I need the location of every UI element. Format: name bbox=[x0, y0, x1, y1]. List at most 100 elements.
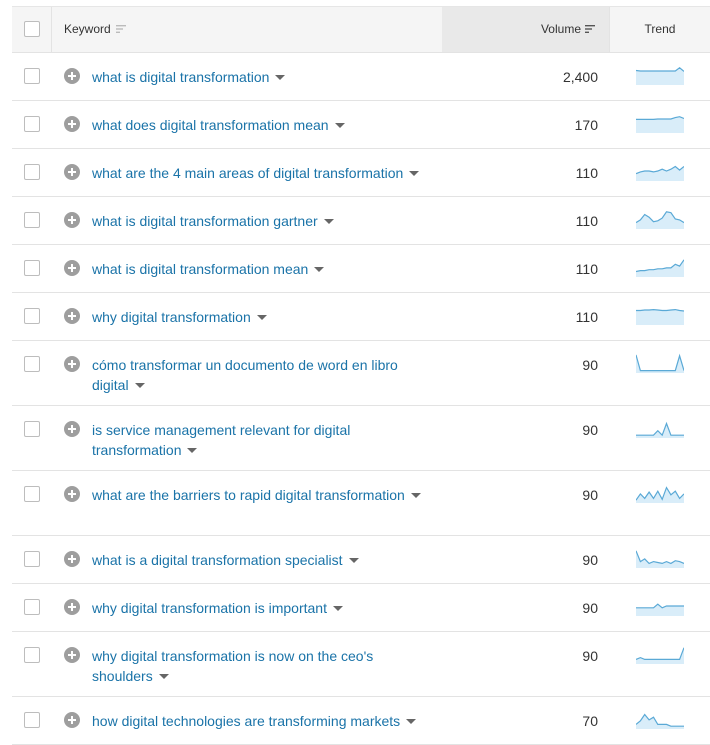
row-select-cell bbox=[12, 632, 52, 696]
row-checkbox[interactable] bbox=[24, 551, 40, 567]
volume-value: 90 bbox=[582, 422, 598, 438]
add-keyword-icon[interactable] bbox=[64, 551, 80, 567]
keyword-link[interactable]: why digital transformation is now on the… bbox=[92, 646, 432, 686]
row-checkbox[interactable] bbox=[24, 599, 40, 615]
keyword-text[interactable]: what is digital transformation mean bbox=[92, 261, 308, 277]
caret-down-icon[interactable] bbox=[348, 558, 359, 563]
add-keyword-icon[interactable] bbox=[64, 599, 80, 615]
table-body: what is digital transformation 2,400 what … bbox=[12, 53, 710, 745]
caret-down-icon[interactable] bbox=[334, 123, 345, 128]
volume-cell: 170 bbox=[442, 101, 610, 148]
caret-down-icon[interactable] bbox=[409, 171, 420, 176]
caret-down-icon[interactable] bbox=[323, 219, 334, 224]
row-select-cell bbox=[12, 149, 52, 196]
keyword-cell: cómo transformar un documento de word en… bbox=[52, 341, 442, 405]
trend-cell bbox=[610, 584, 710, 631]
add-keyword-icon[interactable] bbox=[64, 647, 80, 663]
row-select-cell bbox=[12, 245, 52, 292]
row-checkbox[interactable] bbox=[24, 356, 40, 372]
row-checkbox[interactable] bbox=[24, 647, 40, 663]
caret-down-icon[interactable] bbox=[314, 267, 325, 272]
row-checkbox[interactable] bbox=[24, 116, 40, 132]
row-select-cell bbox=[12, 53, 52, 100]
sort-desc-icon[interactable] bbox=[585, 24, 595, 34]
row-checkbox[interactable] bbox=[24, 421, 40, 437]
keyword-link[interactable]: what is digital transformation bbox=[92, 67, 432, 87]
caret-down-icon[interactable] bbox=[187, 448, 198, 453]
trend-line bbox=[636, 647, 684, 660]
keyword-link[interactable]: what are the barriers to rapid digital t… bbox=[92, 485, 432, 505]
keyword-text[interactable]: what is digital transformation gartner bbox=[92, 213, 318, 229]
caret-down-icon[interactable] bbox=[256, 315, 267, 320]
row-select-cell bbox=[12, 293, 52, 340]
table-row: why digital transformation 110 bbox=[12, 293, 710, 341]
row-checkbox[interactable] bbox=[24, 712, 40, 728]
caret-down-icon[interactable] bbox=[410, 493, 421, 498]
add-keyword-icon[interactable] bbox=[64, 712, 80, 728]
caret-down-icon[interactable] bbox=[158, 674, 169, 679]
sort-icon[interactable] bbox=[116, 24, 126, 34]
keyword-link[interactable]: why digital transformation bbox=[92, 307, 432, 327]
trend-header-label: Trend bbox=[644, 22, 676, 36]
add-keyword-icon[interactable] bbox=[64, 68, 80, 84]
volume-cell: 2,400 bbox=[442, 53, 610, 100]
keyword-text[interactable]: what are the barriers to rapid digital t… bbox=[92, 487, 405, 503]
add-keyword-icon[interactable] bbox=[64, 164, 80, 180]
add-keyword-icon[interactable] bbox=[64, 486, 80, 502]
keyword-link[interactable]: what are the 4 main areas of digital tra… bbox=[92, 163, 432, 183]
keyword-text[interactable]: what is digital transformation bbox=[92, 69, 269, 85]
row-checkbox[interactable] bbox=[24, 164, 40, 180]
caret-down-icon[interactable] bbox=[406, 719, 417, 724]
keyword-cell: is service management relevant for digit… bbox=[52, 406, 442, 470]
volume-cell: 90 bbox=[442, 471, 610, 535]
row-checkbox[interactable] bbox=[24, 308, 40, 324]
keyword-link[interactable]: what is a digital transformation special… bbox=[92, 550, 432, 570]
keyword-text[interactable]: why digital transformation is now on the… bbox=[92, 648, 373, 684]
keyword-link[interactable]: what does digital transformation mean bbox=[92, 115, 432, 135]
volume-value: 110 bbox=[575, 213, 598, 229]
add-keyword-icon[interactable] bbox=[64, 116, 80, 132]
select-all-checkbox[interactable] bbox=[24, 21, 40, 37]
keyword-text[interactable]: what are the 4 main areas of digital tra… bbox=[92, 165, 403, 181]
row-select-cell bbox=[12, 697, 52, 744]
table-row: what is a digital transformation special… bbox=[12, 536, 710, 584]
keyword-link[interactable]: what is digital transformation gartner bbox=[92, 211, 432, 231]
keyword-text[interactable]: what is a digital transformation special… bbox=[92, 552, 343, 568]
keyword-link[interactable]: is service management relevant for digit… bbox=[92, 420, 432, 460]
volume-value: 110 bbox=[575, 165, 598, 181]
keyword-text[interactable]: how digital technologies are transformin… bbox=[92, 713, 400, 729]
add-keyword-icon[interactable] bbox=[64, 308, 80, 324]
keyword-link[interactable]: why digital transformation is important bbox=[92, 598, 432, 618]
keyword-text[interactable]: why digital transformation is important bbox=[92, 600, 327, 616]
add-keyword-icon[interactable] bbox=[64, 356, 80, 372]
keyword-text[interactable]: is service management relevant for digit… bbox=[92, 422, 350, 458]
caret-down-icon[interactable] bbox=[333, 606, 343, 611]
keyword-text[interactable]: what does digital transformation mean bbox=[92, 117, 329, 133]
add-keyword-icon[interactable] bbox=[64, 260, 80, 276]
caret-down-icon[interactable] bbox=[275, 75, 286, 80]
keyword-column-header[interactable]: Keyword bbox=[52, 7, 442, 52]
row-select-cell bbox=[12, 406, 52, 470]
trend-cell bbox=[610, 149, 710, 196]
caret-down-icon[interactable] bbox=[134, 383, 145, 388]
trend-line bbox=[636, 421, 684, 437]
volume-column-header[interactable]: Volume bbox=[442, 7, 610, 52]
row-checkbox[interactable] bbox=[24, 212, 40, 228]
row-checkbox[interactable] bbox=[24, 68, 40, 84]
keyword-text[interactable]: why digital transformation bbox=[92, 309, 251, 325]
add-keyword-icon[interactable] bbox=[64, 421, 80, 437]
trend-sparkline bbox=[636, 713, 684, 729]
table-row: why digital transformation is now on the… bbox=[12, 632, 710, 697]
row-checkbox[interactable] bbox=[24, 486, 40, 502]
volume-cell: 70 bbox=[442, 697, 610, 744]
table-header: Keyword Volume Trend bbox=[12, 7, 710, 53]
trend-sparkline bbox=[636, 67, 684, 85]
row-checkbox[interactable] bbox=[24, 260, 40, 276]
row-select-cell bbox=[12, 197, 52, 244]
add-keyword-icon[interactable] bbox=[64, 212, 80, 228]
trend-cell bbox=[610, 293, 710, 340]
keyword-link[interactable]: what is digital transformation mean bbox=[92, 259, 432, 279]
keyword-link[interactable]: cómo transformar un documento de word en… bbox=[92, 355, 432, 395]
keyword-link[interactable]: how digital technologies are transformin… bbox=[92, 711, 432, 731]
row-select-cell bbox=[12, 584, 52, 631]
